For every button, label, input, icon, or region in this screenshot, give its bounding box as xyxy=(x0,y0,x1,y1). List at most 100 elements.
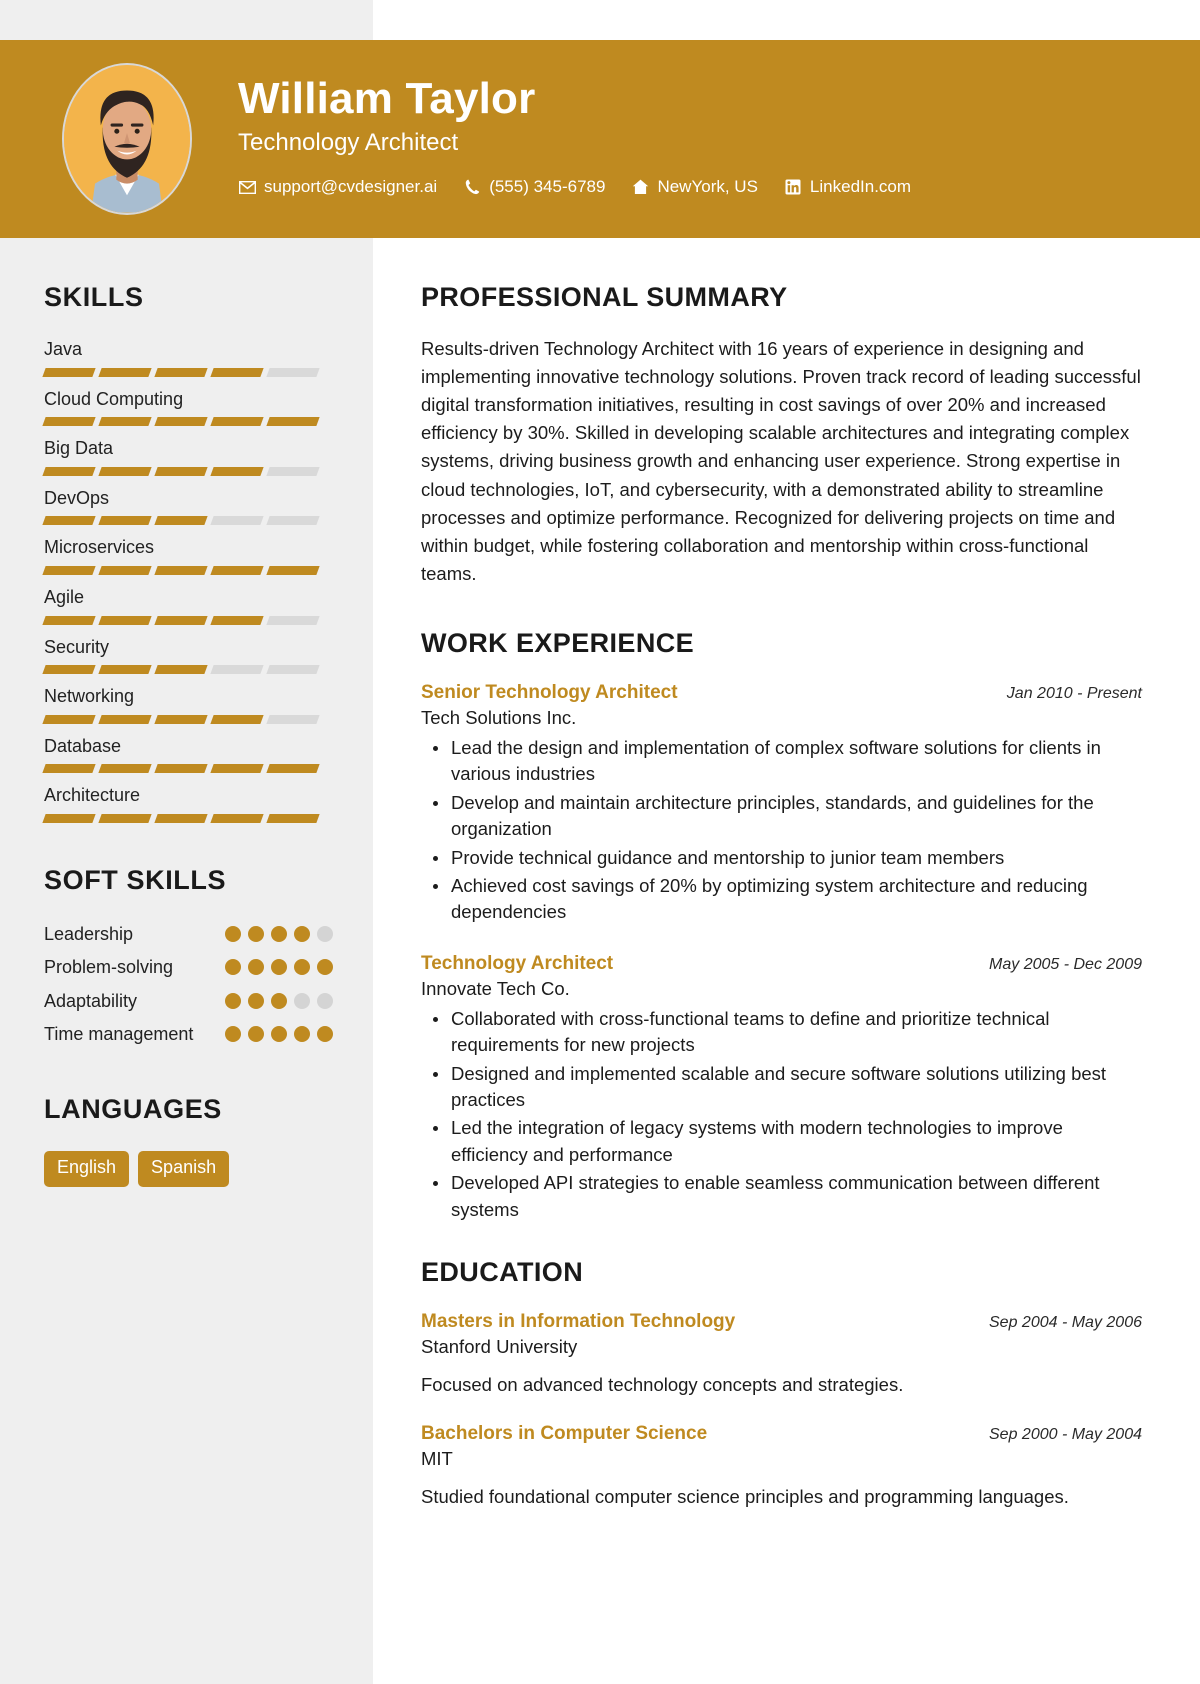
summary-text: Results-driven Technology Architect with… xyxy=(421,338,1141,584)
skill-bar-segment xyxy=(154,665,208,675)
rating-dot xyxy=(271,959,287,976)
education-school: Stanford University xyxy=(421,1336,578,1358)
skill-bar xyxy=(42,466,333,476)
main-column: PROFESSIONAL SUMMARY Results-driven Tech… xyxy=(373,238,1200,1684)
contact-linkedin[interactable]: LinkedIn.com xyxy=(784,177,911,197)
skill-bar-segment xyxy=(210,417,264,427)
skill-bar xyxy=(42,714,333,724)
contact-email[interactable]: support@cvdesigner.ai xyxy=(238,177,437,197)
skill-bar-segment xyxy=(154,466,208,476)
education-school: MIT xyxy=(421,1448,453,1470)
soft-skill-rating xyxy=(225,1022,333,1042)
skills-heading: SKILLS xyxy=(44,282,144,312)
list-item: Developed API strategies to enable seaml… xyxy=(421,1170,1142,1223)
list-item: Designed and implemented scalable and se… xyxy=(421,1061,1142,1114)
skill-bar xyxy=(42,813,333,823)
skill-bar-segment xyxy=(42,714,96,724)
list-item: Led the integration of legacy systems wi… xyxy=(421,1115,1142,1168)
rating-dot xyxy=(225,1025,241,1042)
skill-bar-segment xyxy=(210,665,264,675)
phone-icon xyxy=(463,178,481,196)
soft-skill-item: Time management xyxy=(44,1022,333,1046)
soft-skill-label: Time management xyxy=(44,1023,194,1044)
skill-bar-segment xyxy=(266,565,320,575)
experience-entry: Technology Architect May 2005 - Dec 2009 I… xyxy=(421,952,1142,1223)
contact-linkedin-text: LinkedIn.com xyxy=(809,177,912,197)
skill-bar-segment xyxy=(210,367,264,377)
skill-bar-segment xyxy=(42,466,96,476)
sidebar: SKILLS Java Cloud Computing Big Data DevOps… xyxy=(0,238,373,1684)
skills-list: Java Cloud Computing Big Data DevOps Microse… xyxy=(42,339,333,823)
resume-header: William Taylor Technology Architect supp… xyxy=(0,40,1200,238)
experience-entry: Senior Technology Architect Jan 2010 - Pr… xyxy=(421,681,1142,926)
skill-bar-segment xyxy=(154,417,208,427)
skill-bar xyxy=(42,367,333,377)
experience-entry-header: Senior Technology Architect Jan 2010 - Pr… xyxy=(421,681,1142,705)
language-chip: Spanish xyxy=(138,1151,230,1187)
skill-bar-segment xyxy=(42,764,96,774)
contact-email-text: support@cvdesigner.ai xyxy=(264,177,438,197)
education-entry-header: Masters in Information Technology Sep 200… xyxy=(421,1310,1142,1334)
list-item: Develop and maintain architecture princi… xyxy=(421,790,1142,843)
skill-bar-segment xyxy=(210,565,264,575)
skill-bar-segment xyxy=(98,665,152,675)
rating-dot xyxy=(294,992,310,1009)
skill-bar xyxy=(42,565,333,575)
contact-location-text: NewYork, US xyxy=(657,177,758,197)
skill-bar-segment xyxy=(154,764,208,774)
soft-skill-rating xyxy=(225,922,333,942)
rating-dot xyxy=(317,959,333,976)
soft-skill-label: Adaptability xyxy=(44,990,138,1011)
soft-skills-block: SOFT SKILLS Leadership Problem-solving Ada… xyxy=(44,865,333,1046)
skill-item: Microservices xyxy=(42,537,333,575)
rating-dot xyxy=(225,992,241,1009)
rating-dot xyxy=(294,925,310,942)
rating-dot xyxy=(271,1025,287,1042)
skill-bar-segment xyxy=(42,615,96,625)
skill-bar-segment xyxy=(42,516,96,526)
experience-bullets: Collaborated with cross-functional teams… xyxy=(421,1006,1142,1224)
rating-dot xyxy=(294,959,310,976)
skill-label: Database xyxy=(44,735,122,756)
languages-heading: LANGUAGES xyxy=(44,1094,222,1125)
skill-label: Networking xyxy=(44,686,135,707)
skill-bar-segment xyxy=(154,714,208,724)
skill-bar-segment xyxy=(266,466,320,476)
skill-item: Big Data xyxy=(42,438,333,476)
skill-bar xyxy=(42,764,333,774)
rating-dot xyxy=(271,925,287,942)
skill-bar xyxy=(42,615,333,625)
resume-page: William Taylor Technology Architect supp… xyxy=(0,0,1200,1684)
skill-label: Java xyxy=(44,339,83,359)
rating-dot xyxy=(248,959,264,976)
rating-dot xyxy=(317,925,333,942)
education-entry: Bachelors in Computer Science Sep 2000 - … xyxy=(421,1422,1142,1510)
languages-block: LANGUAGES English Spanish xyxy=(44,1094,333,1187)
skill-bar-segment xyxy=(210,466,264,476)
languages-list: English Spanish xyxy=(44,1151,333,1187)
experience-date: May 2005 - Dec 2009 xyxy=(989,955,1142,973)
skill-item: Security xyxy=(42,637,333,675)
experience-date: Jan 2010 - Present xyxy=(1006,684,1142,702)
skill-item: Agile xyxy=(42,587,333,625)
experience-role: Senior Technology Architect xyxy=(421,681,678,703)
skill-label: DevOps xyxy=(44,487,110,508)
skill-item: Architecture xyxy=(42,785,333,823)
contact-location[interactable]: NewYork, US xyxy=(631,177,758,197)
rating-dot xyxy=(317,992,333,1009)
contact-phone[interactable]: (555) 345-6789 xyxy=(463,177,605,197)
skill-label: Architecture xyxy=(44,785,141,806)
rating-dot xyxy=(248,1025,264,1042)
skill-bar-segment xyxy=(210,516,264,526)
skill-bar xyxy=(42,417,333,427)
skill-bar-segment xyxy=(154,565,208,575)
skill-bar-segment xyxy=(98,466,152,476)
experience-list: Senior Technology Architect Jan 2010 - Pr… xyxy=(421,681,1142,1223)
education-description: Focused on advanced technology concepts … xyxy=(421,1374,904,1396)
skill-bar-segment xyxy=(266,764,320,774)
skill-bar-segment xyxy=(98,565,152,575)
skill-item: Java xyxy=(42,339,333,377)
education-description: Studied foundational computer science pr… xyxy=(421,1486,1069,1508)
skill-bar-segment xyxy=(98,367,152,377)
skill-bar-segment xyxy=(98,813,152,823)
